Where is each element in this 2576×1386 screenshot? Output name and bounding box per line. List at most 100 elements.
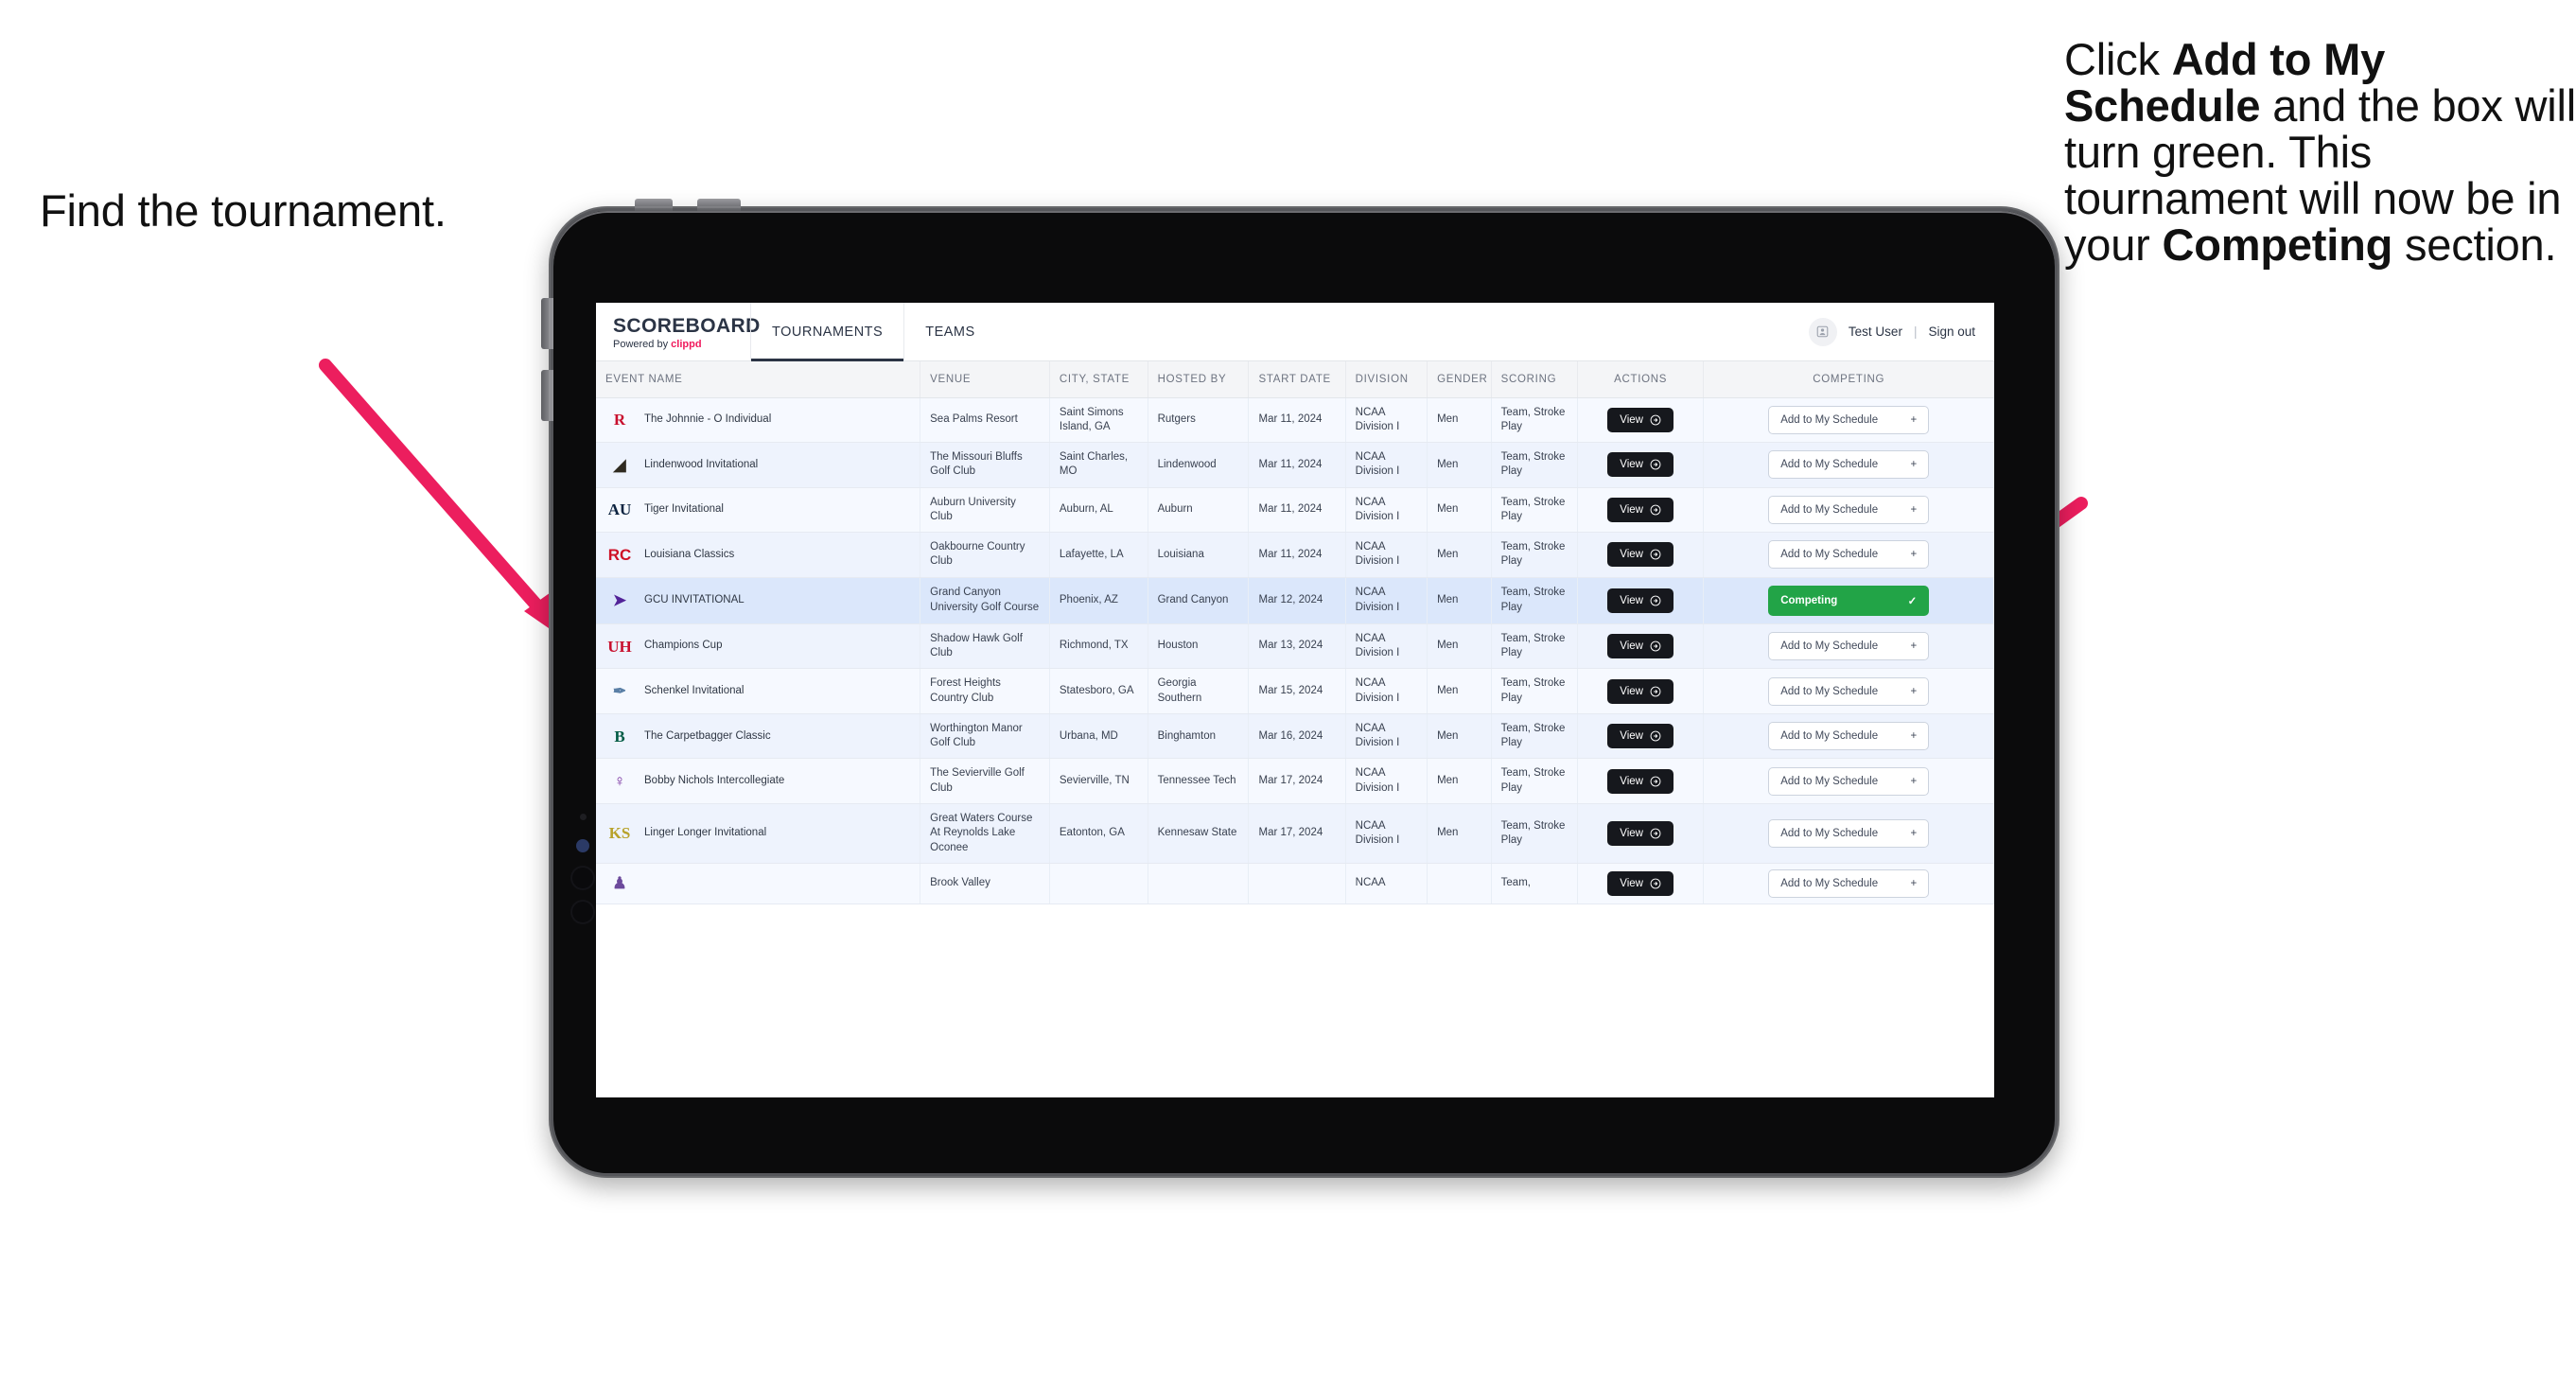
col-venue[interactable]: VENUE bbox=[920, 361, 1050, 398]
tournaments-table: EVENT NAME VENUE CITY, STATE HOSTED BY S… bbox=[596, 361, 1994, 904]
side-button-1[interactable] bbox=[541, 298, 553, 349]
add-to-my-schedule-button[interactable]: Add to My Schedule + bbox=[1768, 722, 1930, 751]
add-to-my-schedule-label: Add to My Schedule bbox=[1780, 640, 1879, 653]
add-to-my-schedule-button[interactable]: Add to My Schedule + bbox=[1768, 868, 1930, 898]
cell-competing: Add to My Schedule + bbox=[1703, 623, 1994, 670]
view-button[interactable]: View bbox=[1607, 407, 1674, 432]
plus-icon: + bbox=[1910, 877, 1918, 889]
arrow-circle-right-icon bbox=[1650, 459, 1661, 470]
view-button[interactable]: View bbox=[1607, 452, 1674, 478]
arrow-circle-right-icon bbox=[1650, 878, 1661, 889]
add-to-my-schedule-button[interactable]: Add to My Schedule + bbox=[1768, 405, 1930, 434]
table-row[interactable]: ➤ GCU INVITATIONAL Grand Canyon University… bbox=[596, 577, 1994, 624]
user-avatar-icon[interactable] bbox=[1808, 317, 1837, 346]
cell-event-name: B The Carpetbagger Classic bbox=[596, 713, 921, 760]
team-logo-icon: ◢ bbox=[613, 455, 626, 474]
cell-competing: Add to My Schedule + bbox=[1703, 442, 1994, 488]
side-button-2[interactable] bbox=[541, 370, 553, 421]
table-row[interactable]: ✒ Schenkel Invitational Forest Heights Cou… bbox=[596, 668, 1994, 714]
cell-actions: View bbox=[1577, 713, 1705, 760]
table-row[interactable]: ♟ Brook Valley NCAA Team, View Add to My Sche… bbox=[596, 863, 1994, 904]
col-competing[interactable]: COMPETING bbox=[1703, 361, 1994, 398]
plus-icon: + bbox=[1910, 549, 1918, 561]
cell-start-date: Mar 11, 2024 bbox=[1248, 397, 1346, 444]
cell-venue: Worthington Manor Golf Club bbox=[920, 713, 1050, 760]
cell-hosted-by: Grand Canyon bbox=[1148, 577, 1250, 624]
arrow-circle-right-icon bbox=[1650, 828, 1661, 839]
cell-start-date: Mar 15, 2024 bbox=[1248, 668, 1346, 714]
view-button-label: View bbox=[1620, 640, 1643, 653]
add-to-my-schedule-button[interactable]: Add to My Schedule + bbox=[1768, 540, 1930, 570]
view-button-label: View bbox=[1620, 827, 1643, 839]
tab-tournaments[interactable]: TOURNAMENTS bbox=[750, 303, 905, 361]
sign-out-link[interactable]: Sign out bbox=[1928, 325, 1975, 339]
table-row[interactable]: RC Louisiana Classics Oakbourne Country Cl… bbox=[596, 532, 1994, 578]
arrow-circle-right-icon bbox=[1650, 730, 1661, 742]
competing-button-label: Competing bbox=[1780, 594, 1838, 606]
volume-up-button[interactable] bbox=[635, 199, 673, 211]
cell-division: NCAA Division I bbox=[1345, 487, 1428, 534]
col-city-state[interactable]: CITY, STATE bbox=[1049, 361, 1148, 398]
cell-gender: Men bbox=[1427, 713, 1492, 760]
add-to-my-schedule-label: Add to My Schedule bbox=[1780, 413, 1879, 426]
cell-division: NCAA Division I bbox=[1345, 668, 1428, 714]
add-to-my-schedule-button[interactable]: Add to My Schedule + bbox=[1768, 818, 1930, 848]
view-button-label: View bbox=[1620, 775, 1643, 787]
col-division[interactable]: DIVISION bbox=[1345, 361, 1428, 398]
add-to-my-schedule-button[interactable]: Add to My Schedule + bbox=[1768, 766, 1930, 796]
add-to-my-schedule-button[interactable]: Add to My Schedule + bbox=[1768, 495, 1930, 524]
cell-division: NCAA Division I bbox=[1345, 397, 1428, 444]
view-button[interactable]: View bbox=[1607, 820, 1674, 846]
tournaments-table-wrapper[interactable]: EVENT NAME VENUE CITY, STATE HOSTED BY S… bbox=[596, 361, 1994, 1097]
add-to-my-schedule-button[interactable]: Add to My Schedule + bbox=[1768, 450, 1930, 480]
view-button[interactable]: View bbox=[1607, 870, 1674, 896]
table-header-row: EVENT NAME VENUE CITY, STATE HOSTED BY S… bbox=[596, 361, 1994, 398]
tab-teams[interactable]: TEAMS bbox=[904, 303, 995, 360]
competing-button[interactable]: Competing ✓ bbox=[1768, 585, 1930, 616]
col-scoring[interactable]: SCORING bbox=[1491, 361, 1578, 398]
volume-down-button[interactable] bbox=[697, 199, 741, 211]
cell-gender: Men bbox=[1427, 442, 1492, 488]
view-button[interactable]: View bbox=[1607, 588, 1674, 613]
cell-city-state: Saint Simons Island, GA bbox=[1049, 397, 1148, 444]
col-actions[interactable]: ACTIONS bbox=[1577, 361, 1705, 398]
col-start-date[interactable]: START DATE bbox=[1248, 361, 1346, 398]
cell-hosted-by: Lindenwood bbox=[1148, 442, 1250, 488]
event-name-label: GCU INVITATIONAL bbox=[644, 594, 745, 606]
view-button[interactable]: View bbox=[1607, 542, 1674, 568]
table-row[interactable]: KS Linger Longer Invitational Great Waters… bbox=[596, 803, 1994, 864]
table-row[interactable]: B The Carpetbagger Classic Worthington Man… bbox=[596, 713, 1994, 760]
table-row[interactable]: ◢ Lindenwood Invitational The Missouri Blu… bbox=[596, 442, 1994, 488]
cell-event-name: R The Johnnie - O Individual bbox=[596, 397, 921, 444]
team-logo-icon: ➤ bbox=[612, 591, 627, 610]
add-to-my-schedule-button[interactable]: Add to My Schedule + bbox=[1768, 676, 1930, 706]
arrow-circle-right-icon bbox=[1650, 640, 1661, 652]
table-row[interactable]: R The Johnnie - O Individual Sea Palms Res… bbox=[596, 397, 1994, 444]
col-event-name[interactable]: EVENT NAME bbox=[596, 361, 921, 398]
cell-event-name: ✒ Schenkel Invitational bbox=[596, 668, 921, 714]
col-hosted-by[interactable]: HOSTED BY bbox=[1148, 361, 1250, 398]
view-button[interactable]: View bbox=[1607, 768, 1674, 794]
cell-city-state bbox=[1049, 863, 1148, 904]
view-button[interactable]: View bbox=[1607, 497, 1674, 522]
cell-gender: Men bbox=[1427, 668, 1492, 714]
table-row[interactable]: AU Tiger Invitational Auburn University Cl… bbox=[596, 487, 1994, 534]
app-screen: SCOREBOARD Powered by clippd TOURNAMENTS… bbox=[596, 303, 1994, 1097]
cell-competing: Add to My Schedule + bbox=[1703, 397, 1994, 444]
cell-city-state: Urbana, MD bbox=[1049, 713, 1148, 760]
add-to-my-schedule-button[interactable]: Add to My Schedule + bbox=[1768, 632, 1930, 661]
table-row[interactable]: UH Champions Cup Shadow Hawk Golf Club Rich… bbox=[596, 623, 1994, 670]
table-row[interactable]: ♀ Bobby Nichols Intercollegiate The Sevier… bbox=[596, 758, 1994, 804]
event-name-label: Champions Cup bbox=[644, 640, 723, 652]
add-to-my-schedule-label: Add to My Schedule bbox=[1780, 775, 1879, 787]
col-gender[interactable]: GENDER bbox=[1427, 361, 1492, 398]
view-button[interactable]: View bbox=[1607, 724, 1674, 749]
cell-competing: Competing ✓ bbox=[1703, 577, 1994, 624]
cell-event-name: KS Linger Longer Invitational bbox=[596, 803, 921, 864]
view-button[interactable]: View bbox=[1607, 634, 1674, 659]
cell-gender: Men bbox=[1427, 623, 1492, 670]
view-button[interactable]: View bbox=[1607, 678, 1674, 704]
cell-hosted-by: Auburn bbox=[1148, 487, 1250, 534]
cell-event-name: RC Louisiana Classics bbox=[596, 532, 921, 578]
cell-city-state: Richmond, TX bbox=[1049, 623, 1148, 670]
